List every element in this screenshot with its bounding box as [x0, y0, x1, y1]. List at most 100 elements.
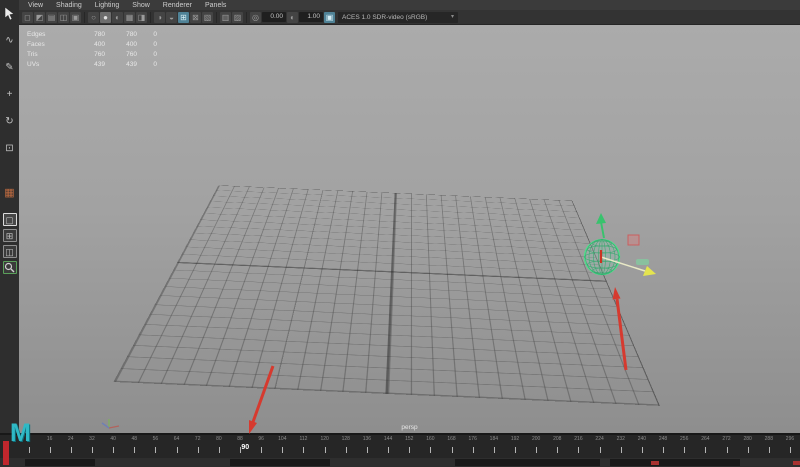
timeline-tick [536, 447, 537, 453]
toolbar-separator [150, 12, 151, 23]
wireframe-icon[interactable]: ○ [88, 12, 99, 23]
timeline-frame-number: 80 [211, 436, 227, 442]
view-transform-dropdown[interactable]: ACES 1.0 SDR-video (sRGB)▾ [338, 12, 458, 23]
timeline-frame-number: 88 [232, 436, 248, 442]
timeline-tick [409, 447, 410, 453]
last-tool-icon[interactable]: ▦ [2, 186, 17, 201]
hud-cell: Faces [27, 40, 73, 50]
range-slider[interactable] [0, 458, 800, 467]
timeline-frame-number: 224 [592, 436, 608, 442]
timeline-frame-number: 16 [42, 436, 58, 442]
menu-view[interactable]: View [28, 2, 43, 9]
paint-select-tool-icon[interactable]: ✎ [2, 60, 17, 75]
timeline-tick [50, 447, 51, 453]
hud-row-tris: Tris7607600 [27, 50, 157, 60]
hud-cell: Edges [27, 30, 73, 40]
shadows-icon[interactable]: ◨ [136, 12, 147, 23]
timeline-frame-number: 176 [465, 436, 481, 442]
anti-aliasing-icon[interactable]: ⊞ [178, 12, 189, 23]
menu-shading[interactable]: Shading [56, 2, 82, 9]
menu-renderer[interactable]: Renderer [163, 2, 192, 9]
four-pane-layout-icon[interactable]: ⊞ [3, 229, 17, 242]
poly-count-hud: Edges7807800Faces4004000Tris7607600UVs43… [27, 30, 157, 70]
smooth-shade-icon[interactable]: ● [100, 12, 111, 23]
timeline-tick [684, 447, 685, 453]
camera-attributes-icon[interactable]: ▤ [46, 12, 57, 23]
textured-icon[interactable]: ◐ [112, 12, 123, 23]
chevron-down-icon: ▾ [451, 12, 454, 23]
motion-blur-icon[interactable]: ◒ [166, 12, 177, 23]
timeline-tick [430, 447, 431, 453]
timeline-frame-number: 264 [697, 436, 713, 442]
ground-grid [168, 48, 616, 433]
lasso-tool-icon[interactable]: ∿ [2, 33, 17, 48]
hud-row-edges: Edges7807800 [27, 30, 157, 40]
bookmarks-icon[interactable]: ◫ [58, 12, 69, 23]
range-slider-segment [455, 459, 600, 466]
select-camera-icon[interactable]: ◻ [22, 12, 33, 23]
timeline-frame-number: 48 [126, 436, 142, 442]
move-tool-icon[interactable]: + [2, 87, 17, 102]
range-slider-segment [230, 459, 330, 466]
exposure-icon[interactable]: ◎ [250, 12, 261, 23]
timeline-frame-number: 120 [317, 436, 333, 442]
image-plane-icon[interactable]: ▣ [70, 12, 81, 23]
timeline-tick [621, 447, 622, 453]
timeline-frame-number: 56 [147, 436, 163, 442]
range-slider-mark [793, 461, 800, 465]
hud-cell: 760 [73, 50, 105, 60]
single-pane-layout-icon[interactable]: ▢ [3, 213, 17, 226]
gamma-icon[interactable]: ◐ [287, 12, 298, 23]
timeline-frame-number: 240 [634, 436, 650, 442]
hud-cell: UVs [27, 60, 73, 70]
view-transform-toggle-icon[interactable]: ▣ [324, 12, 335, 23]
menu-show[interactable]: Show [132, 2, 150, 9]
rotate-tool-icon[interactable]: ↻ [2, 114, 17, 129]
hud-row-uvs: UVs4394390 [27, 60, 157, 70]
timeline-frame-number: 112 [295, 436, 311, 442]
isolate-select-icon[interactable]: ▧ [202, 12, 213, 23]
timeline-frame-number: 184 [486, 436, 502, 442]
timeline-tick [155, 447, 156, 453]
timeline-frame-number: 256 [676, 436, 692, 442]
timeline-frame-number: 72 [190, 436, 206, 442]
select-tool-icon[interactable] [2, 6, 17, 21]
joint-xray-icon[interactable]: ▨ [232, 12, 243, 23]
timeline-tick [769, 447, 770, 453]
time-slider[interactable]: 8162432404856647280889610411212012813614… [0, 435, 800, 458]
screen-space-ao-icon[interactable]: ◑ [154, 12, 165, 23]
timeline-tick [578, 447, 579, 453]
timeline-tick [790, 447, 791, 453]
magnifier-icon[interactable] [3, 261, 17, 274]
exposure-field[interactable]: 0.00 [262, 12, 286, 22]
hud-cell: 0 [137, 40, 157, 50]
depth-of-field-icon[interactable]: ⊠ [190, 12, 201, 23]
timeline-tick [71, 447, 72, 453]
lighting-icon[interactable]: ▦ [124, 12, 135, 23]
toolbar-separator [246, 12, 247, 23]
range-slider-mark [651, 461, 659, 465]
camera-lock-icon[interactable]: ◩ [34, 12, 45, 23]
hud-cell: 0 [137, 60, 157, 70]
current-frame-indicator[interactable]: 90 [237, 444, 253, 451]
wireframe-sphere[interactable] [579, 234, 625, 280]
menu-panels[interactable]: Panels [205, 2, 226, 9]
timeline-tick [219, 447, 220, 453]
timeline-tick [346, 447, 347, 453]
hud-cell: 0 [137, 30, 157, 40]
viewport-3d[interactable]: Edges7807800Faces4004000Tris7607600UVs43… [19, 25, 800, 433]
camera-label: persp [19, 424, 800, 431]
timeline-frame-number: 160 [422, 436, 438, 442]
hud-cell: 0 [137, 50, 157, 60]
timeline-frame-number: 296 [782, 436, 798, 442]
maya-logo: M [10, 420, 31, 446]
menu-lighting[interactable]: Lighting [95, 2, 120, 9]
timeline-frame-number: 32 [84, 436, 100, 442]
timeline-frame-number: 136 [359, 436, 375, 442]
xray-icon[interactable]: ▥ [220, 12, 231, 23]
gamma-field[interactable]: 1.00 [299, 12, 323, 22]
view-axis-gizmo [97, 416, 123, 432]
timeline-frame-number: 208 [549, 436, 565, 442]
scale-tool-icon[interactable]: ⊡ [2, 141, 17, 156]
two-pane-layout-icon[interactable]: ◫ [3, 245, 17, 258]
